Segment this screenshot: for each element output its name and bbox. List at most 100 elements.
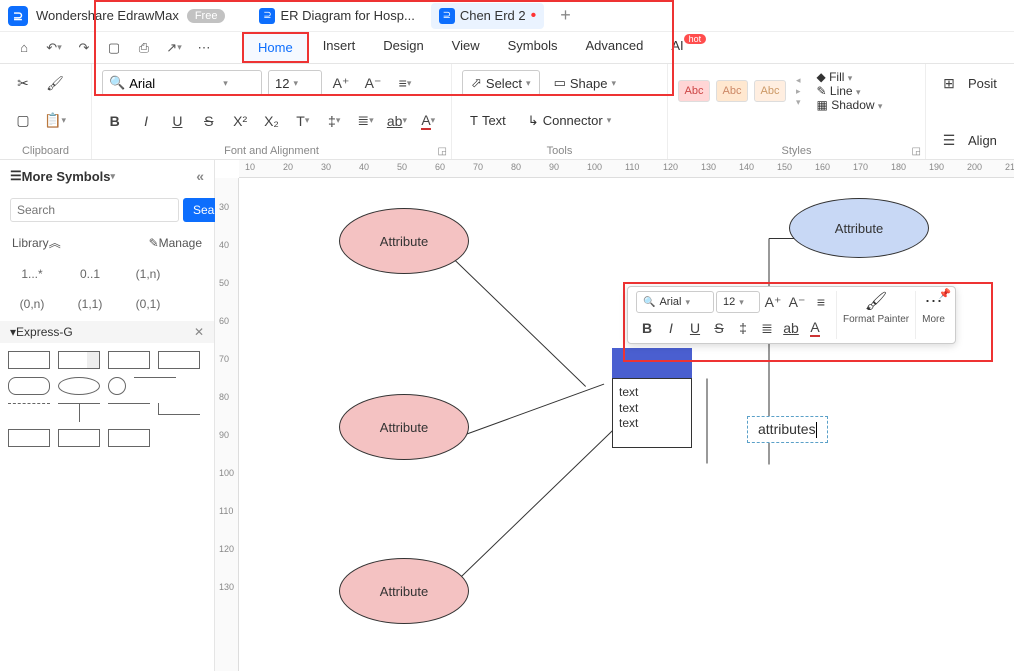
font-color-icon[interactable]: A▾ [416,108,441,134]
chevron-left-icon[interactable]: ◂ [796,75,801,86]
cardinality-item[interactable]: 1...* [10,263,54,285]
edge[interactable] [449,254,586,387]
style-swatch[interactable]: Abc [716,80,748,102]
document-tab[interactable]: ⊇ ER Diagram for Hosp... [251,4,422,28]
menu-ai[interactable]: AIhot [657,32,720,63]
cardinality-item[interactable]: (1,1) [68,293,112,315]
align-menu[interactable]: Align [968,133,997,148]
shape-line[interactable] [134,377,176,378]
edge[interactable] [707,379,708,464]
shape-rect[interactable] [158,351,200,369]
strike-icon[interactable]: S [708,317,730,339]
pin-icon[interactable]: 📌 [938,289,950,300]
highlight-icon[interactable]: ab [780,317,802,339]
align-objects-icon[interactable]: ☰ [936,127,962,153]
text-editing-box[interactable]: attributes [747,416,828,443]
font-size-select[interactable]: 12 ▾ [268,70,322,96]
increase-font-icon[interactable]: A⁺ [762,291,784,313]
select-tool[interactable]: ⬀Select▾ [462,70,540,96]
cardinality-item[interactable]: (0,n) [10,293,54,315]
paste-icon[interactable]: 📋▾ [42,108,68,134]
increase-font-icon[interactable]: A⁺ [328,70,354,96]
case-icon[interactable]: T▾ [290,108,315,134]
attribute-shape[interactable]: Attribute [789,198,929,258]
float-font-size[interactable]: 12▾ [716,291,760,313]
expand-icon[interactable]: ▾ [796,97,801,108]
shape-rect[interactable] [58,351,100,369]
undo-icon[interactable]: ↶▾ [42,36,66,60]
menu-home[interactable]: Home [242,32,309,63]
menu-advanced[interactable]: Advanced [571,32,657,63]
format-painter-icon[interactable]: 🖌 [42,70,68,96]
dialog-launcher-icon[interactable]: ◲ [912,146,921,157]
redo-icon[interactable]: ↷ [72,36,96,60]
shape-ellipse[interactable] [58,377,100,395]
style-swatch[interactable]: Abc [678,80,710,102]
strike-icon[interactable]: S [196,108,221,134]
new-tab-button[interactable]: + [560,5,571,26]
attribute-shape[interactable]: Attribute [339,558,469,624]
shape-rect[interactable] [108,351,150,369]
style-swatch[interactable]: Abc [754,80,786,102]
canvas[interactable]: Attribute Attribute Attribute Attribute … [239,178,1014,671]
font-family-input[interactable] [129,76,219,91]
position-icon[interactable]: ⊞ [936,70,962,96]
chevron-right-icon[interactable]: ▸ [796,86,801,97]
shadow-menu[interactable]: ▦ Shadow ▾ [817,98,883,112]
export-icon[interactable]: ↗▾ [162,36,186,60]
text-tool[interactable]: TText [462,108,514,134]
sidebar-header[interactable]: ☰ More Symbols▾ « [0,160,214,192]
expressg-panel-header[interactable]: ▾ Express-G✕ [0,321,214,343]
bullet-list-icon[interactable]: ≣ [756,317,778,339]
menu-symbols[interactable]: Symbols [494,32,572,63]
superscript-icon[interactable]: X² [227,108,252,134]
shape-line[interactable] [8,403,50,404]
font-family-select[interactable]: 🔍 ▾ [102,70,262,96]
bold-icon[interactable]: B [636,317,658,339]
subscript-icon[interactable]: X₂ [259,108,284,134]
cut-icon[interactable]: ✂ [10,70,36,96]
menu-insert[interactable]: Insert [309,32,370,63]
cardinality-item[interactable]: (0,1) [126,293,170,315]
collapse-icon[interactable]: « [196,168,204,184]
library-row[interactable]: Library ︽ ✎ Manage [0,228,214,257]
cardinality-item[interactable]: (1,n) [126,263,170,285]
underline-icon[interactable]: U [684,317,706,339]
decrease-font-icon[interactable]: A⁻ [786,291,808,313]
shape-tool[interactable]: ▭Shape▾ [546,70,624,96]
copy-icon[interactable]: ▢ [10,108,36,134]
shape-rect[interactable] [58,429,100,447]
cardinality-item[interactable]: 0..1 [68,263,112,285]
shape-rect[interactable] [8,429,50,447]
fill-menu[interactable]: ◆ Fill ▾ [817,70,883,84]
line-spacing-icon[interactable]: ‡ [732,317,754,339]
shape-rounded[interactable] [8,377,50,395]
font-color-icon[interactable]: A [804,317,826,339]
save-icon[interactable]: ▢ [102,36,126,60]
line-spacing-icon[interactable]: ‡▾ [322,108,347,134]
shape-line[interactable] [108,403,150,404]
attribute-shape[interactable]: Attribute [339,394,469,460]
entity-body[interactable]: text text text [612,378,692,448]
print-icon[interactable]: ⎙ [132,36,156,60]
more-icon[interactable]: ⋯ [192,36,216,60]
home-icon[interactable]: ⌂ [12,36,36,60]
attribute-shape[interactable]: Attribute [339,208,469,274]
shape-rect[interactable] [108,429,150,447]
italic-icon[interactable]: I [660,317,682,339]
shape-t[interactable] [58,403,100,421]
line-menu[interactable]: ✎ Line ▾ [817,84,883,98]
menu-view[interactable]: View [438,32,494,63]
close-icon[interactable]: ✕ [194,325,204,339]
shape-bracket[interactable] [158,403,200,415]
list-icon[interactable]: ≣▾ [353,108,378,134]
menu-design[interactable]: Design [369,32,437,63]
shape-rect[interactable] [8,351,50,369]
float-format-painter[interactable]: 🖌 Format Painter [836,291,915,339]
search-input[interactable] [10,198,179,222]
edge[interactable] [449,384,604,441]
align-icon[interactable]: ≡▾ [392,70,418,96]
document-tab-active[interactable]: ⊇ Chen Erd 2 • [431,3,544,29]
align-icon[interactable]: ≡ [810,291,832,313]
decrease-font-icon[interactable]: A⁻ [360,70,386,96]
